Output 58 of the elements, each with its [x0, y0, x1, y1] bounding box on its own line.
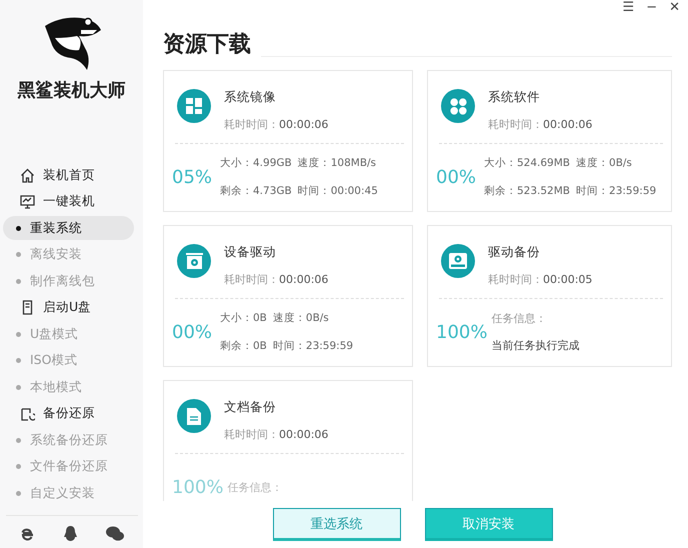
elapsed-time: 耗时时间：00:00:05	[488, 272, 592, 287]
progress-percent: 100%	[436, 322, 488, 342]
document-icon	[187, 408, 201, 424]
usb-drive-icon	[20, 300, 35, 316]
item-name: 系统镜像	[224, 89, 277, 106]
elapsed-time: 耗时时间：00:00:06	[224, 272, 328, 287]
task-info-value: 当前任务执行完成	[491, 338, 580, 353]
chat-icon[interactable]	[106, 526, 124, 541]
menu-item[interactable]: 装机首页	[0, 162, 143, 188]
item-name: 文档备份	[224, 399, 277, 416]
remaining-text: 剩余：4.73GB	[220, 184, 292, 198]
elapsed-time: 耗时时间：00:00:06	[224, 117, 328, 132]
close-button[interactable]: ✕	[669, 0, 680, 15]
elapsed-time: 耗时时间：00:00:06	[224, 427, 328, 442]
action-button[interactable]: 重选系统	[272, 508, 400, 541]
progress-percent: 00%	[172, 322, 214, 342]
time-text: 时间：00:00:45	[298, 184, 378, 198]
windows-icon	[186, 98, 202, 114]
submenu-item[interactable]: 文件备份还原	[3, 454, 134, 478]
brand-name: 黑鲨装机大师	[18, 79, 126, 102]
submenu-item[interactable]: 离线安装	[3, 242, 134, 266]
time-text: 时间：23:59:59	[576, 184, 656, 198]
time-text: 时间：23:59:59	[272, 339, 354, 353]
progress-percent: 05%	[172, 166, 214, 188]
item-name: 设备驱动	[224, 244, 277, 261]
menu-item[interactable]: 一键装机	[0, 188, 143, 215]
home-icon	[20, 168, 35, 183]
item-name: 驱动备份	[488, 244, 541, 261]
size-text: 大小：0B	[220, 311, 267, 325]
apps-icon	[450, 98, 466, 114]
submenu-item[interactable]: 重装系统	[3, 216, 134, 240]
task-info-label: 任务信息：	[227, 480, 282, 494]
submenu-item[interactable]: 系统备份还原	[3, 428, 134, 452]
menu-item[interactable]: 备份还原	[0, 400, 143, 427]
task-info-label: 任务信息：	[491, 311, 548, 326]
monitor-icon	[20, 194, 35, 210]
penguin-icon[interactable]	[62, 526, 78, 542]
menu-item[interactable]: 启动U盘	[0, 294, 143, 321]
submenu-item[interactable]: 自定义安装	[3, 481, 134, 505]
speed-text: 速度：0B/s	[576, 156, 633, 170]
remaining-text: 剩余：0B	[220, 339, 267, 353]
size-text: 大小：524.69MB	[484, 156, 570, 170]
progress-percent: 100%	[172, 476, 224, 498]
submenu-item[interactable]: ISO模式	[3, 348, 134, 372]
minimize-button[interactable]: −	[646, 0, 658, 15]
browser-icon[interactable]	[19, 526, 36, 542]
submenu-item[interactable]: 本地模式	[3, 375, 134, 399]
action-button[interactable]: 取消安装	[424, 508, 552, 541]
size-text: 大小：4.99GB	[220, 156, 292, 170]
submenu-item[interactable]: 制作离线包	[3, 269, 134, 293]
elapsed-time: 耗时时间：00:00:06	[488, 117, 592, 132]
menu-button[interactable]: ☰	[622, 0, 634, 15]
item-name: 系统软件	[488, 89, 541, 106]
speed-text: 速度：0B/s	[272, 311, 330, 325]
remaining-text: 剩余：523.52MB	[484, 184, 570, 198]
speed-text: 速度：108MB/s	[298, 156, 378, 170]
submenu-item[interactable]: U盘模式	[3, 322, 134, 346]
progress-percent: 00%	[436, 166, 478, 188]
